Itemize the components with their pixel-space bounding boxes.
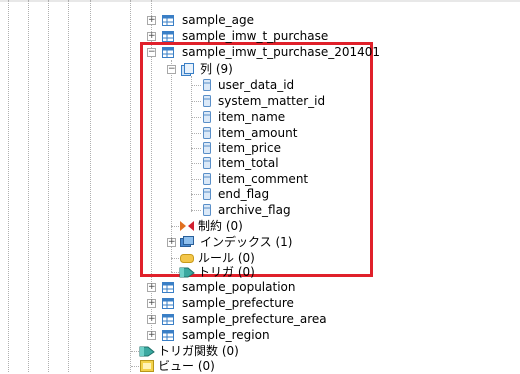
collapse-icon[interactable]: −	[147, 48, 156, 57]
tree-branch	[191, 210, 201, 211]
tree-item-column[interactable]: item_total	[186, 155, 336, 171]
tree-guide-line	[28, 0, 29, 372]
tree-item-label: sample_prefecture	[182, 296, 294, 310]
tree-item-triggers[interactable]: トリガ (0)	[165, 264, 285, 280]
tree-item-trigger-functions[interactable]: トリガ関数 (0)	[125, 343, 275, 359]
tree-guide-line	[8, 0, 9, 372]
tree-item-label: 列 (9)	[200, 62, 233, 76]
tree-branch	[191, 148, 201, 149]
tree-guide-line	[130, 0, 131, 372]
tree-item-label: 制約 (0)	[198, 219, 243, 233]
collapse-icon[interactable]: −	[167, 65, 176, 74]
tree-item-label: sample_prefecture_area	[182, 312, 327, 326]
tree-item-sample-imw-t-purchase-201401[interactable]: − sample_imw_t_purchase_201401	[145, 44, 380, 60]
expand-icon[interactable]: +	[147, 331, 156, 340]
tree-branch	[191, 85, 201, 86]
tree-item-columns[interactable]: − 列 (9)	[165, 61, 285, 77]
tree-item-label: sample_region	[182, 328, 270, 342]
tree-branch	[191, 179, 201, 180]
top-divider	[0, 0, 520, 2]
tree-item-label: item_total	[218, 156, 279, 170]
constraint-icon	[180, 221, 194, 231]
tree-item-sample-region[interactable]: + sample_region	[145, 327, 345, 343]
table-icon	[162, 47, 174, 58]
rule-icon	[180, 254, 194, 263]
tree-item-label: sample_population	[182, 280, 296, 294]
tree-item-label: インデックス (1)	[200, 235, 293, 249]
expand-icon[interactable]: +	[147, 299, 156, 308]
tree-branch	[191, 194, 201, 195]
tree-branch	[191, 101, 201, 102]
column-icon	[203, 173, 211, 185]
table-icon	[162, 330, 174, 341]
tree-item-column[interactable]: end_flag	[186, 186, 336, 202]
table-icon	[162, 314, 174, 325]
table-icon	[162, 282, 174, 293]
tree-item-column[interactable]: item_amount	[186, 125, 336, 141]
tree-item-column[interactable]: item_price	[186, 140, 336, 156]
tree-guide-line	[48, 0, 49, 372]
column-icon	[203, 79, 211, 91]
tree-guide-line	[68, 0, 69, 372]
tree-item-label: sample_age	[182, 13, 254, 27]
tree-item-label: item_name	[218, 110, 286, 124]
tree-item-label: item_amount	[218, 126, 298, 140]
view-icon	[140, 360, 154, 372]
expand-icon[interactable]: +	[147, 32, 156, 41]
tree-item-sample-population[interactable]: + sample_population	[145, 279, 345, 295]
tree-item-indexes[interactable]: + インデックス (1)	[165, 234, 305, 250]
tree-guide-line	[90, 0, 91, 372]
tree-item-label: sample_imw_t_purchase_201401	[182, 45, 381, 59]
tree-item-label: system_matter_id	[218, 94, 326, 108]
tree-item-sample-prefecture[interactable]: + sample_prefecture	[145, 295, 345, 311]
column-icon	[203, 111, 211, 123]
tree-item-constraints[interactable]: 制約 (0)	[165, 218, 285, 234]
expand-icon[interactable]: +	[147, 16, 156, 25]
tree-branch	[191, 117, 201, 118]
tree-branch	[191, 133, 201, 134]
table-icon	[162, 298, 174, 309]
tree-item-label: item_comment	[218, 172, 309, 186]
tree-item-label: sample_imw_t_purchase	[182, 29, 329, 43]
tree-item-label: end_flag	[218, 187, 270, 201]
expand-icon[interactable]: +	[167, 238, 176, 247]
expand-icon[interactable]: +	[147, 315, 156, 324]
column-icon	[203, 95, 211, 107]
column-icon	[203, 157, 211, 169]
tree-item-label: トリガ関数 (0)	[158, 344, 239, 358]
index-icon	[180, 236, 194, 247]
trigger-icon	[179, 267, 195, 278]
tree-item-label: user_data_id	[218, 78, 295, 92]
column-icon	[203, 204, 211, 216]
trigger-function-icon	[139, 346, 155, 357]
tree-item-sample-age[interactable]: + sample_age	[145, 12, 345, 28]
column-icon	[203, 142, 211, 154]
expand-icon[interactable]: +	[147, 283, 156, 292]
tree-item-column[interactable]: archive_flag	[186, 202, 336, 218]
tree-item-label: トリガ (0)	[198, 265, 255, 279]
tree-item-label: item_price	[218, 141, 281, 155]
tree-item-label: archive_flag	[218, 203, 291, 217]
tree-item-sample-prefecture-area[interactable]: + sample_prefecture_area	[145, 311, 355, 327]
tree-item-column[interactable]: item_name	[186, 109, 336, 125]
tree-branch	[191, 163, 201, 164]
tree-item-column[interactable]: item_comment	[186, 171, 336, 187]
tree-item-column[interactable]: system_matter_id	[186, 93, 346, 109]
column-icon	[203, 188, 211, 200]
tree-item-sample-imw-t-purchase[interactable]: + sample_imw_t_purchase	[145, 28, 365, 44]
column-icon	[203, 127, 211, 139]
tree-item-column[interactable]: user_data_id	[186, 77, 336, 93]
table-icon	[162, 31, 174, 42]
columns-folder-icon	[181, 63, 194, 76]
table-icon	[162, 15, 174, 26]
